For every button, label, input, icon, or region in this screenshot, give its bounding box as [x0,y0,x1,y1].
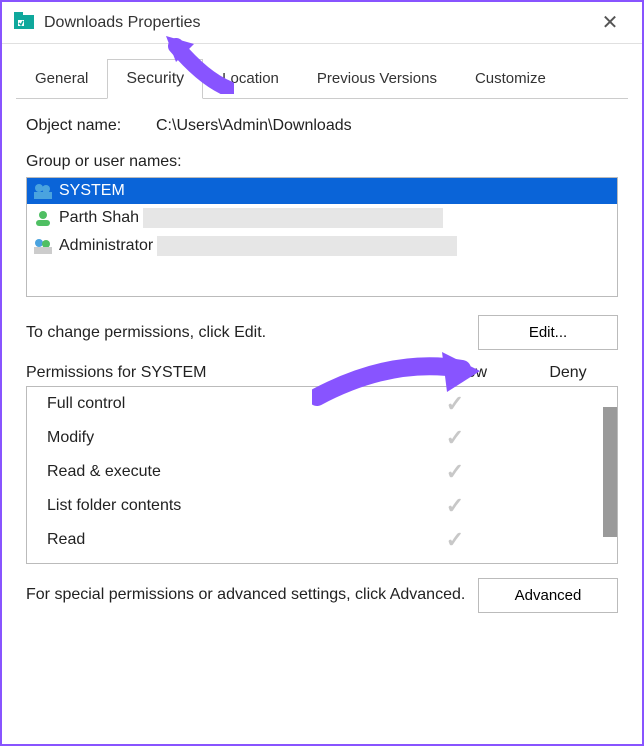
tab-customize[interactable]: Customize [456,59,565,99]
user-item-administrators[interactable]: Administrator [27,232,617,260]
user-item-parth[interactable]: Parth Shah [27,204,617,232]
tabstrip: General Security Location Previous Versi… [2,44,642,98]
check-icon: ✓ [446,425,464,450]
users-listbox[interactable]: SYSTEM Parth Shah Administrator [26,177,618,297]
tab-previous-versions[interactable]: Previous Versions [298,59,456,99]
tab-security[interactable]: Security [107,59,203,99]
deny-header: Deny [518,364,618,382]
permission-row: Read ✓ [27,523,617,557]
check-icon: ✓ [446,459,464,484]
permissions-title: Permissions for SYSTEM [26,364,418,382]
user-name: Parth Shah [59,209,139,227]
object-path: C:\Users\Admin\Downloads [156,117,352,135]
permission-row: Modify ✓ [27,421,617,455]
redacted-text [157,236,457,256]
permission-row: Read & execute ✓ [27,455,617,489]
permission-name: Read & execute [39,463,405,481]
window-title: Downloads Properties [44,14,201,32]
permission-name: Modify [39,429,405,447]
group-icon [33,182,53,200]
allow-header: Allow [418,364,518,382]
permission-row: Full control ✓ [27,387,617,421]
user-name: SYSTEM [59,182,125,200]
title-bar: Downloads Properties ✕ [2,2,642,44]
check-icon: ✓ [446,391,464,416]
group-icon [33,237,53,255]
check-icon: ✓ [446,493,464,518]
permission-name: Read [39,531,405,549]
advanced-button[interactable]: Advanced [478,578,618,613]
close-button[interactable]: ✕ [590,10,630,35]
folder-icon [14,12,44,33]
user-item-system[interactable]: SYSTEM [27,178,617,204]
user-icon [33,209,53,227]
edit-hint-text: To change permissions, click Edit. [26,324,478,342]
tab-general[interactable]: General [16,59,107,99]
advanced-hint-text: For special permissions or advanced sett… [26,585,478,606]
check-icon: ✓ [446,527,464,552]
permission-name: List folder contents [39,497,405,515]
edit-button[interactable]: Edit... [478,315,618,350]
tab-content: Object name: C:\Users\Admin\Downloads Gr… [16,98,628,623]
user-name: Administrator [59,237,153,255]
object-name-label: Object name: [26,117,156,135]
permissions-listbox[interactable]: Full control ✓ Modify ✓ Read & execute ✓… [26,386,618,564]
tab-location[interactable]: Location [203,59,298,99]
groups-label: Group or user names: [26,153,618,171]
permission-name: Full control [39,395,405,413]
scrollbar-thumb[interactable] [603,407,617,537]
redacted-text [143,208,443,228]
permission-row: List folder contents ✓ [27,489,617,523]
